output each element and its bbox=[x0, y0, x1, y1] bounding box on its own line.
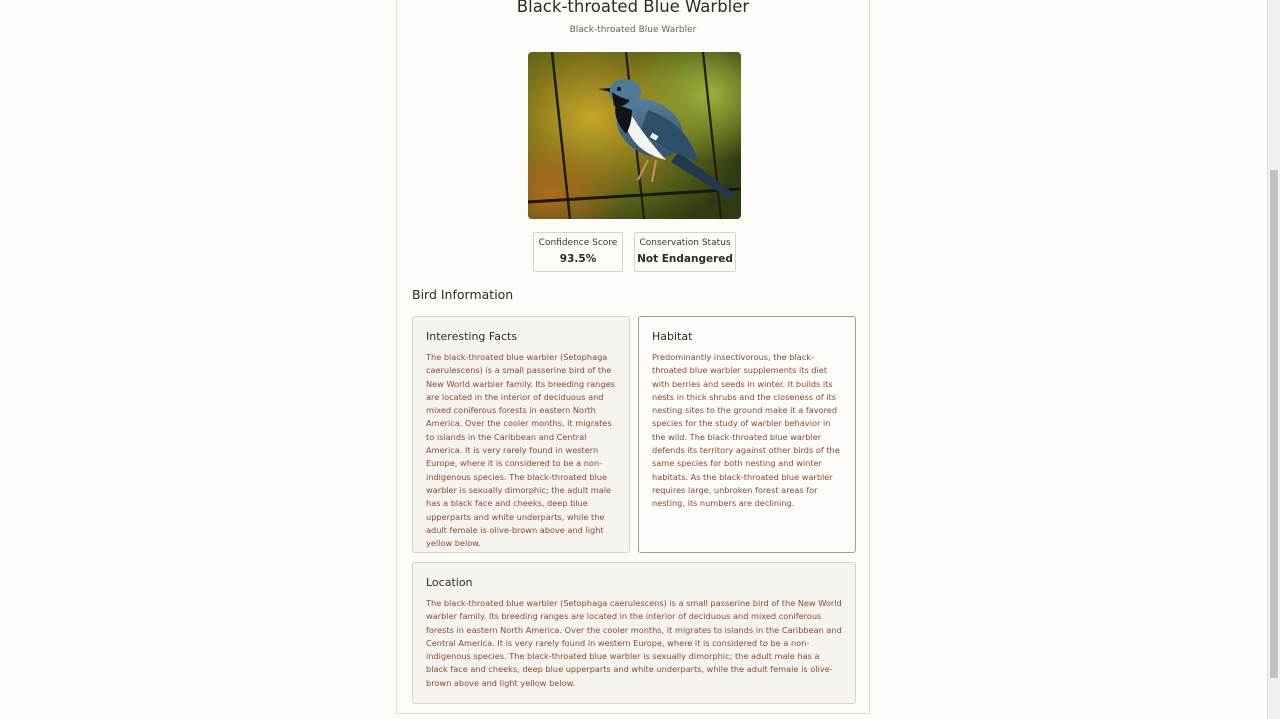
bird-photo-image bbox=[528, 52, 741, 219]
conservation-status-card: Conservation Status Not Endangered bbox=[634, 232, 736, 272]
interesting-facts-text: The black-throated blue warbler (Setopha… bbox=[426, 352, 615, 549]
confidence-score-label: Confidence Score bbox=[538, 238, 618, 248]
conservation-status-label: Conservation Status bbox=[639, 238, 731, 248]
interesting-facts-panel: Interesting Facts The black-throated blu… bbox=[412, 316, 630, 553]
habitat-panel: Habitat Predominantly insectivorous, the… bbox=[638, 316, 856, 553]
location-title: Location bbox=[426, 576, 473, 589]
habitat-title: Habitat bbox=[652, 330, 693, 343]
location-text: The black-throated blue warbler (Setopha… bbox=[426, 598, 842, 688]
scrollbar-thumb[interactable] bbox=[1270, 170, 1278, 678]
habitat-text: Predominantly insectivorous, the black-t… bbox=[652, 352, 840, 509]
bird-photo bbox=[528, 52, 741, 219]
interesting-facts-title: Interesting Facts bbox=[426, 330, 518, 343]
location-panel: Location The black-throated blue warbler… bbox=[412, 562, 856, 704]
result-card: Black-throated Blue Warbler Black-throat… bbox=[396, 0, 870, 714]
confidence-score-card: Confidence Score 93.5% bbox=[533, 232, 623, 272]
confidence-score-value: 93.5% bbox=[559, 253, 597, 265]
bird-information-heading: Bird Information bbox=[412, 287, 514, 302]
page-scrollbar[interactable] bbox=[1267, 0, 1280, 719]
page: Black-throated Blue Warbler Black-throat… bbox=[0, 0, 1280, 719]
bird-subtitle: Black-throated Blue Warbler bbox=[569, 25, 697, 35]
bird-name-title: Black-throated Blue Warbler bbox=[516, 0, 750, 16]
conservation-status-value: Not Endangered bbox=[637, 253, 733, 265]
